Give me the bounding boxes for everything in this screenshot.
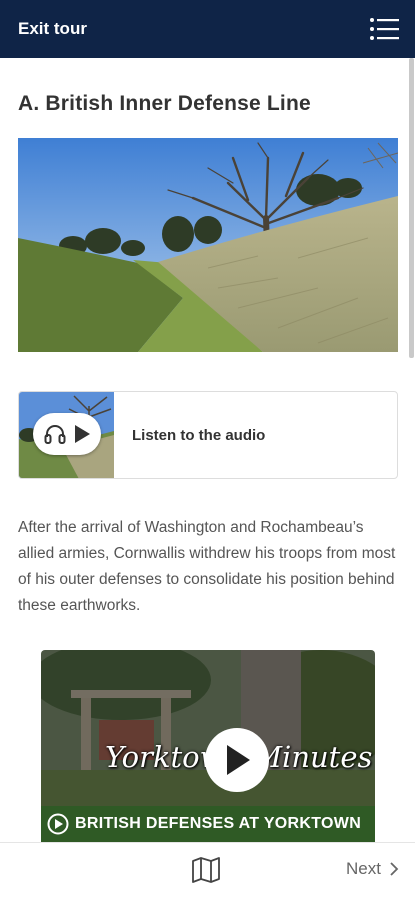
scrollbar-thumb[interactable] <box>409 58 414 358</box>
top-bar: Exit tour <box>0 0 415 58</box>
play-icon <box>75 425 90 443</box>
video-banner: BRITISH DEFENSES AT YORKTOWN <box>41 806 375 842</box>
menu-list-icon[interactable] <box>369 16 399 42</box>
play-circle-icon <box>47 813 69 835</box>
map-icon[interactable] <box>191 857 221 883</box>
video-play-button[interactable] <box>205 728 269 792</box>
video-player[interactable]: Yorktown Minutes BRITISH DEFENSES AT YOR… <box>41 650 375 842</box>
earthworks-photo <box>18 138 398 352</box>
chevron-right-icon <box>390 862 399 876</box>
exit-tour-button[interactable]: Exit tour <box>18 19 87 39</box>
play-icon <box>227 745 250 775</box>
stop-description: After the arrival of Washington and Roch… <box>18 519 396 614</box>
next-label: Next <box>346 859 381 878</box>
video-banner-text: BRITISH DEFENSES AT YORKTOWN <box>75 815 362 832</box>
headphones-icon <box>44 425 66 444</box>
audio-play-pill[interactable] <box>33 413 101 455</box>
audio-label: Listen to the audio <box>132 426 266 444</box>
listen-audio-card[interactable]: Listen to the audio <box>18 391 398 479</box>
audio-thumbnail <box>19 392 114 478</box>
stop-content: A. British Inner Defense Line Listen to … <box>0 58 405 842</box>
bottom-bar: Next <box>0 842 415 900</box>
next-button[interactable]: Next <box>346 859 399 879</box>
stop-title: A. British Inner Defense Line <box>18 92 311 115</box>
